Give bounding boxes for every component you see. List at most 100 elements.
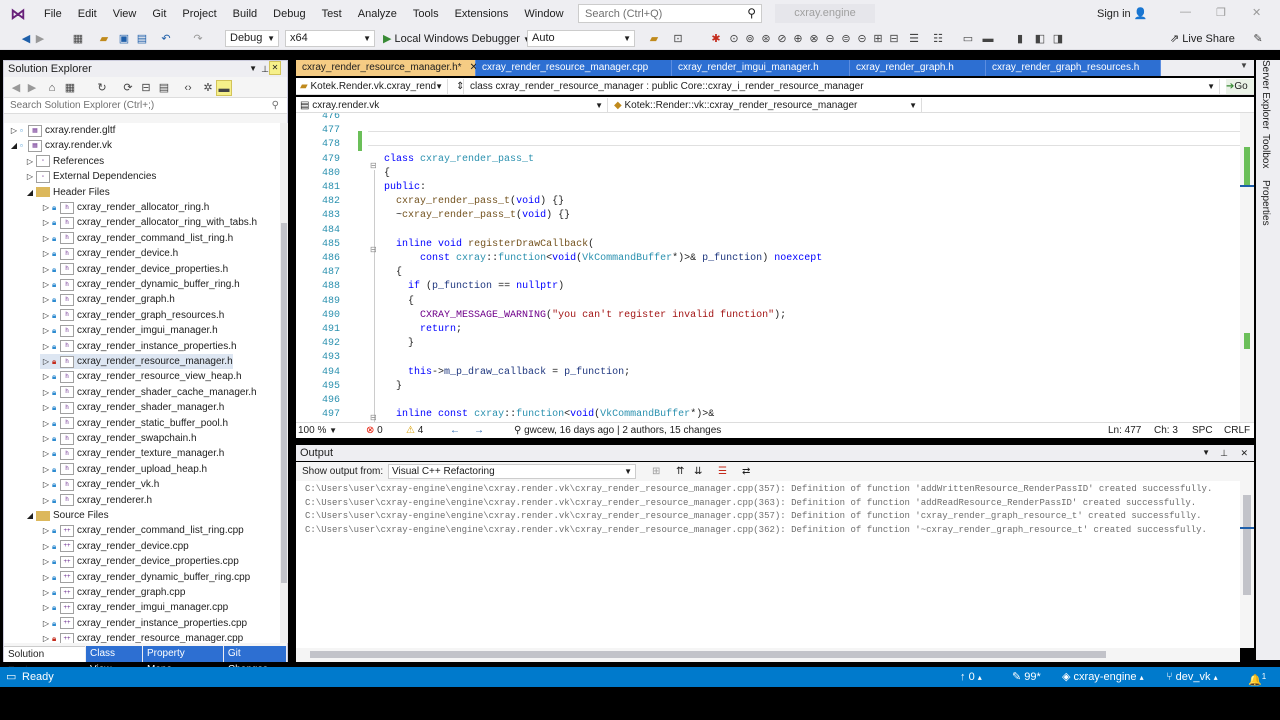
tree-item[interactable]: ▷ ▫ ▦ cxray.render.gltf [8,123,115,138]
clear-all-icon[interactable]: ☰ [718,462,727,481]
forward-icon[interactable]: ▶ [24,80,40,96]
save-icon[interactable]: ▣ [116,31,132,47]
collapsed-icon[interactable]: ▷ [40,215,52,230]
tree-item[interactable]: ▷ 🔒︎ h cxray_render_upload_heap.h [40,462,207,477]
tree-item[interactable]: ▷ 🔒︎ ++ cxray_render_instance_properties.cp… [40,616,247,631]
document-tab[interactable]: cxray_render_resource_manager.h* ✕ [296,60,478,76]
tree-item[interactable]: ▷ 🔒︎ h cxray_render_device.h [40,246,178,261]
go-next-icon[interactable]: ⇊ [694,462,702,481]
collapsed-icon[interactable]: ▷ [40,600,52,615]
search-input[interactable]: Search (Ctrl+Q) ⚲ [578,4,762,23]
menu-item-file[interactable]: File [36,0,70,28]
tree-item[interactable]: ▷ 🔒︎ h cxray_render_texture_manager.h [40,446,224,461]
collapsed-icon[interactable]: ▷ [40,354,52,369]
format-icon[interactable]: ▭ [960,31,976,47]
panel-tab[interactable]: Property Mana... [142,646,223,675]
folder-icon[interactable]: ▰ [646,31,662,47]
pending-changes-icon[interactable]: ↻ [94,80,110,96]
split-icon[interactable]: ⇕ [452,79,464,94]
menu-item-build[interactable]: Build [225,0,265,28]
collapsed-icon[interactable]: ▷ [40,585,52,600]
tree-item[interactable]: ▷ 🔒︎ h cxray_render_instance_properties.h [40,339,237,354]
tree-item[interactable]: ▷ 🔒︎ ++ cxray_render_device_properties.cpp [40,554,239,569]
menu-item-edit[interactable]: Edit [70,0,105,28]
collapsed-icon[interactable]: ▷ [40,446,52,461]
collapsed-icon[interactable]: ▷ [40,200,52,215]
tree-item[interactable]: ▷ 🔒︎ h cxray_render_vk.h [40,477,159,492]
collapsed-icon[interactable]: ▷ [24,169,36,184]
collapsed-icon[interactable]: ▷ [40,400,52,415]
solution-config-dropdown[interactable]: Auto ▼ [527,30,635,47]
collapsed-icon[interactable]: ▷ [40,462,52,477]
solution-search-input[interactable]: Search Solution Explorer (Ctrl+;) ⚲ [4,97,287,114]
collapse-icon[interactable]: ⊟ [370,245,377,254]
tool-icon-10[interactable]: ⊞ [870,31,886,47]
redo-icon[interactable]: ↷ [190,31,206,47]
collapsed-icon[interactable]: ▷ [40,554,52,569]
tree-item[interactable]: ◢ ▫ ▦ cxray.render.vk [8,138,112,153]
bookmark-prev-icon[interactable]: ◧ [1032,31,1048,47]
code-editor[interactable]: ⊟ ⊟ ⊟ 476 477 478 479 class cxray_render_pas… [296,113,1240,422]
word-wrap-icon[interactable]: ⇄ [742,462,750,481]
collapsed-icon[interactable]: ▷ [40,570,52,585]
collapsed-icon[interactable]: ▷ [40,616,52,631]
indent-mode[interactable]: SPC [1192,423,1213,438]
start-debugging-button[interactable]: ▶ Local Windows Debugger ▼ [383,31,531,48]
collapsed-icon[interactable]: ▷ [24,154,36,169]
panel-tab[interactable]: Solution Explor... [4,646,86,676]
prev-issue-icon[interactable]: ← [450,423,460,438]
menu-item-analyze[interactable]: Analyze [350,0,405,28]
back-icon[interactable]: ◀ [8,80,24,96]
tool-icon-9[interactable]: ⊝ [854,31,870,47]
collapsed-icon[interactable]: ▷ [40,539,52,554]
branch-selector[interactable]: ⑂ dev_vk ▴ [1166,667,1218,688]
tree-item[interactable]: ▷ 🔒︎ ++ cxray_render_dynamic_buffer_ring.cp… [40,570,250,585]
editor-scrollbar[interactable] [1240,113,1254,422]
save-all-icon[interactable]: ▤ [134,31,150,47]
tree-item[interactable]: ▷ 🔒︎ ++ cxray_render_command_list_ring.cpp [40,523,244,538]
tool-icon-4[interactable]: ⊘ [774,31,790,47]
tool-icon[interactable]: ⊙ [726,31,742,47]
bookmark-next-icon[interactable]: ◨ [1050,31,1066,47]
tree-item[interactable]: ▷ 🔒︎ ++ cxray_render_imgui_manager.cpp [40,600,228,615]
maximize-button[interactable]: ❐ [1216,6,1226,19]
tree-item[interactable]: ▷ 🔒︎ h cxray_render_imgui_manager.h [40,323,218,338]
menu-item-git[interactable]: Git [144,0,174,28]
comment-icon[interactable]: ☰ [906,31,922,47]
changes-indicator[interactable]: ✎ 99* [1012,667,1041,687]
scroll-thumb[interactable] [281,223,287,583]
tree-item[interactable]: ▷ 🔒︎ h cxray_render_shader_cache_manager.h [40,385,257,400]
collapsed-icon[interactable]: ▷ [40,246,52,261]
errors-indicator[interactable]: ⊗ 0 [366,423,383,438]
tree-item[interactable]: ▷ 🔒︎ h cxray_render_graph_resources.h [40,308,224,323]
collapsed-icon[interactable]: ▷ [40,385,52,400]
member-dropdown[interactable]: ◆ Kotek::Render::vk::cxray_render_resour… [610,98,922,113]
close-panel-icon[interactable]: ✕ [1240,445,1248,461]
pin-icon[interactable]: ⊥ [261,61,269,77]
go-previous-icon[interactable]: ⇈ [676,462,684,481]
document-tab[interactable]: cxray_render_graph_resources.h [986,60,1161,76]
tool-icon-3[interactable]: ⊛ [758,31,774,47]
scroll-thumb[interactable] [310,651,1106,658]
collapse-all-icon[interactable]: ⊟ [138,80,154,96]
collapse-icon[interactable]: ⊟ [370,413,377,422]
collapsed-icon[interactable]: ▷ [8,123,20,138]
pin-icon[interactable]: ⊥ [1220,445,1228,461]
menu-item-debug[interactable]: Debug [265,0,313,28]
collapsed-icon[interactable]: ▷ [40,431,52,446]
tree-item[interactable]: ▷ 🔒︎ ++ cxray_render_graph.cpp [40,585,185,600]
panel-tab[interactable]: Class View [86,646,142,675]
git-blame-info[interactable]: ⚲ gwcew, 16 days ago | 2 authors, 15 cha… [514,423,721,438]
find-message-icon[interactable]: ⊞ [652,462,660,481]
collapsed-icon[interactable]: ▷ [40,262,52,277]
switch-views-icon[interactable]: ▦ [62,80,78,96]
repository-selector[interactable]: ◈ cxray-engine ▴ [1062,667,1144,688]
collapsed-icon[interactable]: ▷ [40,231,52,246]
menu-item-tools[interactable]: Tools [405,0,447,28]
tree-item[interactable]: ◢ Source Files [24,508,109,523]
warnings-indicator[interactable]: ⚠ 4 [406,423,423,438]
tool-icon-11[interactable]: ⊟ [886,31,902,47]
configuration-dropdown[interactable]: Debug ▼ [225,30,279,47]
tree-item[interactable]: ▷ 🔒︎ h cxray_render_device_properties.h [40,262,228,277]
tree-item[interactable]: ▷ 🔒︎ ++ cxray_render_resource_manager.cpp [40,631,243,643]
